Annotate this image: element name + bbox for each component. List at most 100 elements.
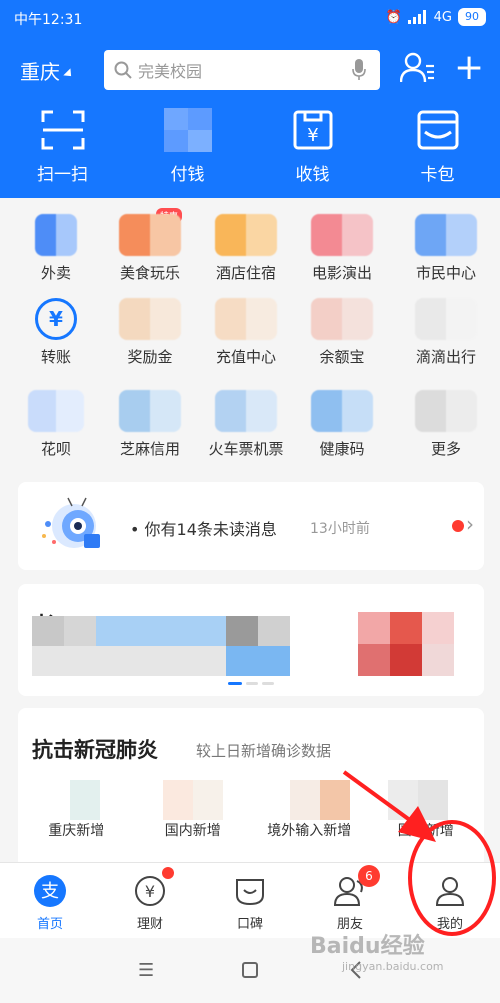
pager-dot (246, 682, 258, 685)
grid-item-health-code[interactable]: 健康码 (302, 390, 382, 460)
battery-indicator: 90 (458, 8, 486, 26)
message-text-value: 你有14条未读消息 (144, 520, 277, 539)
grid-item-reward[interactable]: 奖励金 (110, 298, 190, 368)
card-wallet-icon (414, 108, 462, 152)
receive-money-button[interactable]: ¥ 收钱 (250, 108, 375, 188)
menu-nav-icon[interactable]: ☰ (138, 960, 154, 981)
grid-item-label: 滴滴出行 (415, 348, 476, 366)
tab-label: 口碑 (236, 917, 263, 932)
covid-card[interactable]: 抗击新冠肺炎 较上日新增确诊数据 重庆新增 国内新增 境外输入新增 国外新增 (18, 708, 484, 868)
receive-money-icon: ¥ (289, 108, 337, 152)
grid-item-huabei[interactable]: 花呗 (16, 390, 96, 460)
status-bar: 中午12:31 ⏰ 4G 90 (0, 0, 500, 36)
add-icon[interactable]: + (454, 50, 484, 86)
receive-money-label: 收钱 (295, 165, 330, 185)
grid-item-movie[interactable]: 电影演出 (302, 214, 382, 284)
svg-text:¥: ¥ (307, 125, 318, 146)
grid-item-didi[interactable]: 滴滴出行 (406, 298, 486, 368)
scan-button[interactable]: 扫一扫 (0, 108, 125, 188)
promo-tile (390, 612, 422, 644)
more-icon (415, 390, 477, 432)
tab-home[interactable]: 支 首页 (0, 863, 100, 938)
grid-item-more[interactable]: 更多 (406, 390, 486, 460)
promo-tile (422, 644, 454, 676)
recharge-icon (215, 298, 277, 340)
grid-item-label: 外卖 (40, 264, 71, 282)
grid-item-takeout[interactable]: 外卖 (16, 214, 96, 284)
promo-tile (32, 616, 64, 646)
hotel-icon (215, 214, 277, 256)
microphone-icon[interactable] (352, 59, 366, 81)
search-input[interactable]: 完美校园 (104, 50, 380, 90)
tab-wealth[interactable]: ¥ 理财 (100, 863, 200, 938)
wealth-red-dot (162, 867, 174, 879)
covid-blur-block (290, 780, 320, 820)
covid-blur-block (70, 780, 100, 820)
alipay-home-icon: 支 (32, 873, 68, 909)
promo-tile (226, 616, 258, 646)
covid-stat-label: 重庆新增 (48, 823, 105, 839)
grid-item-yuebao[interactable]: 余额宝 (302, 298, 382, 368)
grid-item-label: 花呗 (40, 440, 71, 458)
grid-item-sesame-credit[interactable]: 芝麻信用 (110, 390, 190, 460)
scan-label: 扫一扫 (37, 165, 88, 185)
profile-icon (432, 873, 468, 909)
grid-item-label: 余额宝 (319, 348, 365, 366)
tab-friends[interactable]: 6 朋友 (300, 863, 400, 938)
signal-icon (407, 10, 426, 24)
scan-icon (39, 108, 87, 152)
status-time: 中午12:31 (14, 12, 83, 28)
grid-item-transfer[interactable]: ¥ 转账 (16, 298, 96, 368)
bottom-tab-bar: 支 首页 ¥ 理财 口碑 6 朋友 我的 (0, 862, 500, 938)
takeout-icon (35, 214, 77, 256)
message-card[interactable]: • 你有14条未读消息 13小时前 › (18, 482, 484, 570)
grid-item-label: 芝麻信用 (119, 440, 180, 458)
grid-item-label: 奖励金 (127, 348, 173, 366)
sesame-credit-icon (119, 390, 181, 432)
chevron-right-icon: › (466, 512, 474, 536)
health-code-icon (311, 390, 373, 432)
grid-item-label: 转账 (40, 348, 71, 366)
covid-title: 抗击新冠肺炎 (32, 738, 158, 762)
unread-dot (452, 520, 464, 532)
grid-item-hotel[interactable]: 酒店住宿 (206, 214, 286, 284)
covid-blur-block (320, 780, 350, 820)
promo-card[interactable]: 老 (18, 584, 484, 696)
carousel-pager (228, 682, 274, 685)
grid-item-label: 美食玩乐 (119, 264, 180, 282)
watermark-logo: Baidu经验 (310, 934, 425, 959)
yuebao-icon (311, 298, 373, 340)
top-bar: 重庆 完美校园 + (0, 44, 500, 94)
mascot-icon (42, 497, 100, 548)
wealth-icon: ¥ (132, 873, 168, 909)
grid-item-food[interactable]: 特惠 美食玩乐 (110, 208, 190, 284)
tab-koubei[interactable]: 口碑 (200, 863, 300, 938)
friends-count-badge: 6 (358, 865, 380, 887)
contacts-icon[interactable] (400, 52, 436, 84)
koubei-icon (232, 873, 268, 909)
pay-label: 付钱 (170, 165, 205, 185)
grid-item-label: 电影演出 (311, 264, 372, 282)
promo-tile (226, 646, 290, 676)
promo-tile (32, 646, 226, 676)
card-wallet-button[interactable]: 卡包 (375, 108, 500, 188)
promo-tile (64, 616, 96, 646)
grid-row-1: 外卖 特惠 美食玩乐 酒店住宿 电影演出 市民中心 (0, 208, 500, 284)
home-nav-icon[interactable] (242, 962, 258, 978)
search-placeholder: 完美校园 (138, 62, 203, 81)
grid-item-label: 健康码 (319, 440, 365, 458)
covid-stats: 重庆新增 国内新增 境外输入新增 国外新增 (18, 820, 484, 840)
grid-item-train-flight[interactable]: 火车票机票 (206, 390, 286, 460)
grid-item-recharge[interactable]: 充值中心 (206, 298, 286, 368)
tab-mine[interactable]: 我的 (400, 863, 500, 938)
pay-button[interactable]: 付钱 (125, 108, 250, 188)
citizen-center-icon (415, 214, 477, 256)
pay-icon (163, 108, 212, 152)
transfer-icon: ¥ (35, 298, 77, 340)
pager-dot (262, 682, 274, 685)
card-wallet-label: 卡包 (420, 165, 455, 185)
city-selector[interactable]: 重庆 (20, 56, 75, 85)
svg-text:支: 支 (41, 881, 59, 902)
message-time: 13小时前 (310, 521, 370, 537)
grid-item-citizen-center[interactable]: 市民中心 (406, 214, 486, 284)
